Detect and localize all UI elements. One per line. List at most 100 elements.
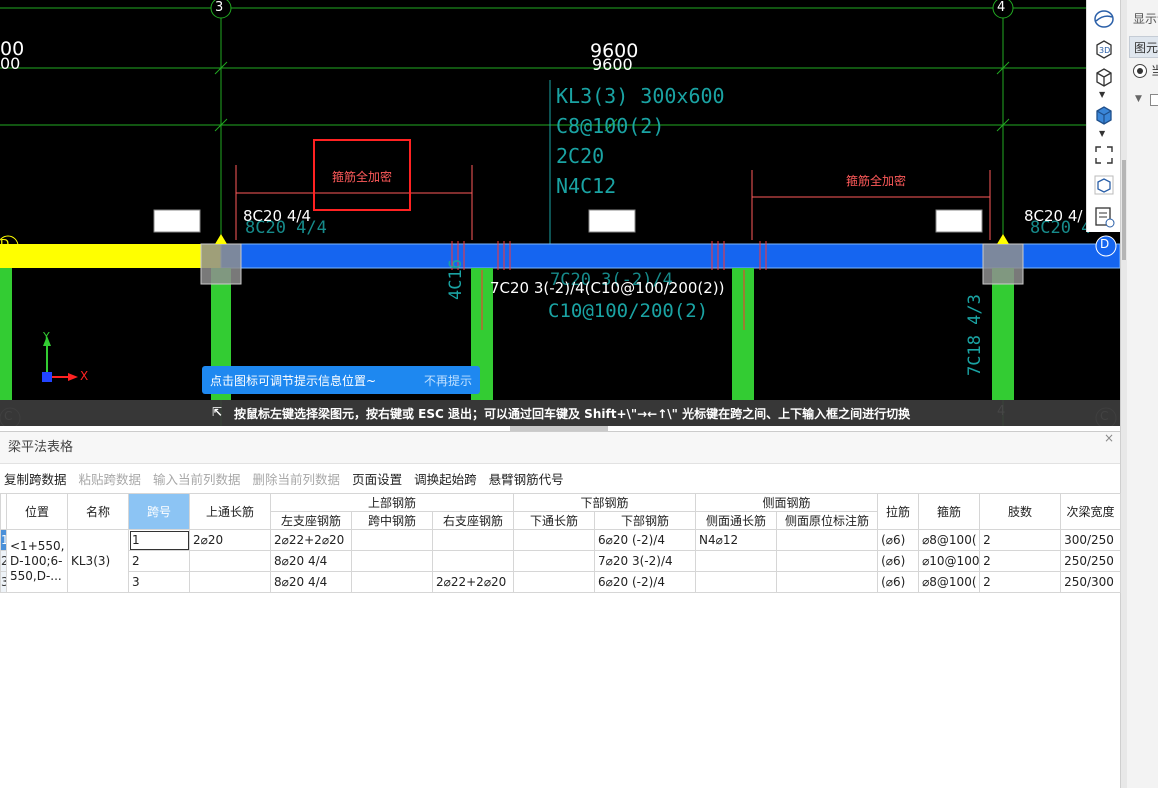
dim-text-mid-2: 9600 xyxy=(592,55,633,74)
ucs-origin xyxy=(42,372,52,382)
tree-expand-icon[interactable]: ▼ xyxy=(1135,94,1142,104)
cell-stirrup[interactable]: ⌀8@100( xyxy=(918,571,981,593)
header-position[interactable]: 位置 xyxy=(6,493,68,530)
cell-side-through[interactable] xyxy=(695,571,778,593)
row-number[interactable]: 2 xyxy=(0,550,7,572)
input-column-button[interactable]: 输入当前列数据 xyxy=(153,469,241,488)
cell-tie[interactable]: (⌀6) xyxy=(877,529,920,551)
tab-element[interactable]: 图元 xyxy=(1129,36,1158,58)
cell-side-through[interactable] xyxy=(695,550,778,572)
header-side-through[interactable]: 侧面通长筋 xyxy=(695,511,778,530)
cantilever-code-button[interactable]: 悬臂钢筋代号 xyxy=(489,469,564,488)
chevron-down-icon[interactable]: ▼ xyxy=(1099,90,1105,99)
cube-solid-icon[interactable] xyxy=(1091,102,1117,128)
header-bottom-through[interactable]: 下通长筋 xyxy=(513,511,596,530)
cell-top-right[interactable]: 2⌀22+2⌀20 xyxy=(431,571,515,593)
delete-column-button[interactable]: 删除当前列数据 xyxy=(253,469,341,488)
radio-current[interactable] xyxy=(1133,64,1147,78)
header-span[interactable]: 跨号 xyxy=(128,493,190,530)
cell-side-original[interactable] xyxy=(776,571,879,593)
cell-span[interactable]: 2 xyxy=(128,550,190,572)
paste-span-button[interactable]: 粘贴跨数据 xyxy=(79,469,142,488)
header-tie[interactable]: 拉筋 xyxy=(877,493,920,530)
cell-bottom-through[interactable] xyxy=(513,550,596,572)
table-row[interactable]: 1 <1+550, D-100;6-550,D-... KL3(3) 1 2⌀2… xyxy=(0,529,1122,593)
isometric-icon[interactable] xyxy=(1091,172,1117,198)
scrollbar[interactable] xyxy=(1121,0,1127,788)
header-secondary-width[interactable]: 次梁宽度 xyxy=(1060,493,1122,530)
orbit-icon[interactable] xyxy=(1091,6,1117,32)
cell-span[interactable]: 3 xyxy=(128,571,190,593)
header-top-right[interactable]: 右支座钢筋 xyxy=(431,511,515,530)
cell-tie[interactable]: (⌀6) xyxy=(877,550,920,572)
cell-side-through[interactable]: N4⌀12 xyxy=(695,529,778,551)
cell-stirrup[interactable]: ⌀8@100( xyxy=(918,529,981,551)
cell-bottom-bar[interactable]: 6⌀20 (-2)/4 xyxy=(594,529,697,551)
cell-side-original[interactable] xyxy=(776,550,879,572)
view-3d-icon[interactable]: 3D xyxy=(1091,36,1117,62)
cell-legs[interactable]: 2 xyxy=(979,529,1062,551)
cell-secondary-width[interactable]: 300/250 xyxy=(1060,529,1122,551)
page-setup-button[interactable]: 页面设置 xyxy=(352,469,402,488)
header-stirrup[interactable]: 箍筋 xyxy=(918,493,981,530)
cell-top-mid[interactable] xyxy=(351,571,433,593)
cell-top-through[interactable] xyxy=(189,571,271,593)
cell-top-left[interactable]: 8⌀20 4/4 xyxy=(270,571,352,593)
cell-top-right[interactable] xyxy=(431,550,515,572)
swap-start-span-button[interactable]: 调换起始跨 xyxy=(414,469,477,488)
cell-name[interactable]: KL3(3) xyxy=(67,529,129,593)
header-legs[interactable]: 肢数 xyxy=(979,493,1062,530)
tree-checkbox[interactable] xyxy=(1150,94,1158,106)
cell-legs[interactable]: 2 xyxy=(979,550,1062,572)
cell-legs[interactable]: 2 xyxy=(979,571,1062,593)
tip-dismiss-link[interactable]: 不再提示 xyxy=(424,372,472,389)
beam-span-yellow[interactable] xyxy=(0,244,221,268)
row-number[interactable]: 3 xyxy=(0,571,7,593)
cell-secondary-width[interactable]: 250/300 xyxy=(1060,571,1122,593)
header-top-through[interactable]: 上通长筋 xyxy=(189,493,271,530)
close-icon[interactable]: × xyxy=(1104,430,1114,446)
tip-position-icon[interactable]: ⇱ xyxy=(212,405,222,419)
header-side-original[interactable]: 侧面原位标注筋 xyxy=(776,511,879,530)
ucs-y-label: Y xyxy=(43,330,50,343)
cell-top-through[interactable] xyxy=(189,550,271,572)
cell-secondary-width[interactable]: 250/250 xyxy=(1060,550,1122,572)
cell-bottom-bar[interactable]: 6⌀20 (-2)/4 xyxy=(594,571,697,593)
cell-tie[interactable]: (⌀6) xyxy=(877,571,920,593)
input-box-mid[interactable] xyxy=(588,209,636,233)
cell-top-right[interactable] xyxy=(431,529,515,551)
cad-viewport[interactable]: 3 4 00 00 9600 9600 KL3(3) 300x600 C8@10… xyxy=(0,0,1120,426)
tab-display-settings[interactable]: 显示设 xyxy=(1129,8,1158,30)
table-toolbar: 复制跨数据 粘贴跨数据 输入当前列数据 删除当前列数据 页面设置 调换起始跨 悬… xyxy=(0,464,1120,492)
table-row[interactable]: 3 3 8⌀20 4/4 2⌀22+2⌀20 6⌀20 (-2)/4 (⌀6) … xyxy=(0,571,1122,593)
cell-bottom-through[interactable] xyxy=(513,529,596,551)
support-block-left xyxy=(200,243,242,285)
input-box-left[interactable] xyxy=(153,209,201,233)
status-text: 按鼠标左键选择梁图元，按右键或 ESC 退出；可以通过回车键及 Shift+\"… xyxy=(234,406,911,421)
cube-view-icon[interactable] xyxy=(1091,64,1117,90)
header-top-mid[interactable]: 跨中钢筋 xyxy=(351,511,433,530)
cell-top-mid[interactable] xyxy=(351,529,433,551)
cell-top-through[interactable]: 2⌀20 xyxy=(189,529,271,551)
table-row[interactable]: 2 2 8⌀20 4/4 7⌀20 3(-2)/4 (⌀6) ⌀10@100 2… xyxy=(0,550,1122,572)
cell-bottom-bar[interactable]: 7⌀20 3(-2)/4 xyxy=(594,550,697,572)
properties-icon[interactable] xyxy=(1091,204,1117,230)
cell-top-left[interactable]: 2⌀22+2⌀20 xyxy=(270,529,352,551)
cell-side-original[interactable] xyxy=(776,529,879,551)
tip-bubble[interactable]: 点击图标可调节提示信息位置~ 不再提示 xyxy=(202,366,480,394)
chevron-down-icon[interactable]: ▼ xyxy=(1099,129,1105,138)
copy-span-button[interactable]: 复制跨数据 xyxy=(4,469,67,488)
header-name[interactable]: 名称 xyxy=(67,493,129,530)
cell-top-mid[interactable] xyxy=(351,550,433,572)
header-top-left[interactable]: 左支座钢筋 xyxy=(270,511,352,530)
zoom-extents-icon[interactable] xyxy=(1091,142,1117,168)
cell-bottom-through[interactable] xyxy=(513,571,596,593)
cell-stirrup[interactable]: ⌀10@100 xyxy=(918,550,981,572)
input-box-right[interactable] xyxy=(935,209,983,233)
cell-position[interactable]: <1+550, D-100;6-550,D-... xyxy=(6,529,68,593)
ucs-x-label: X xyxy=(80,369,89,383)
cell-span[interactable]: 1 xyxy=(128,529,190,551)
marker-right xyxy=(997,234,1009,244)
header-bottom-bar[interactable]: 下部钢筋 xyxy=(594,511,697,530)
cell-top-left[interactable]: 8⌀20 4/4 xyxy=(270,550,352,572)
